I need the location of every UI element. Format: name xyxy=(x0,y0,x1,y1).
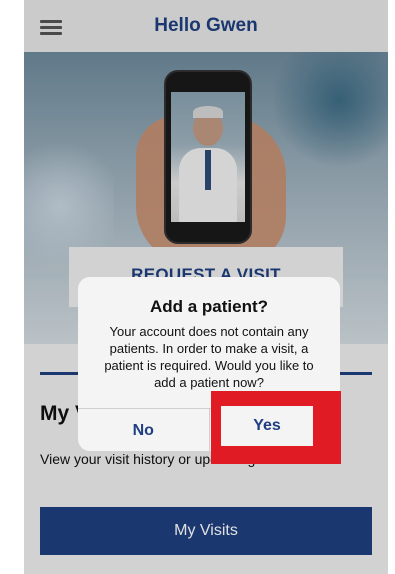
no-button[interactable]: No xyxy=(78,409,210,451)
dialog-title: Add a patient? xyxy=(149,297,269,316)
yes-button[interactable]: Yes xyxy=(221,406,313,446)
app-screen: Hello Gwen REQUEST A VISIT My Visits Vie… xyxy=(24,0,388,574)
dialog-message: Your account does not contain any patien… xyxy=(104,324,314,390)
highlight-annotation: Yes xyxy=(211,391,341,464)
